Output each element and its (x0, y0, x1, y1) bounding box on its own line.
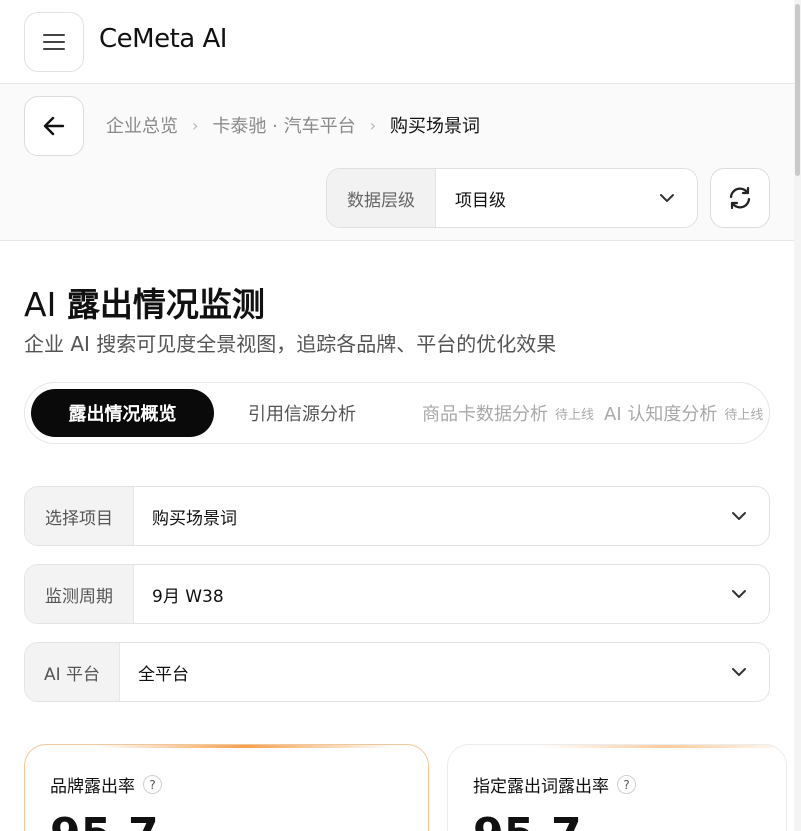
help-icon[interactable]: ? (143, 775, 162, 794)
period-select-value[interactable]: 9月 W38 (134, 565, 709, 623)
breadcrumb-item-current: 购买场景词 (389, 116, 480, 137)
metric-card-keyword-exposure: 指定露出词露出率 ? 95.7 (447, 744, 787, 831)
ai-platform-select-label: AI 平台 (25, 643, 120, 701)
breadcrumb-item-platform[interactable]: 卡泰驰 · 汽车平台 (212, 112, 355, 138)
data-level-value[interactable]: 项目级 (436, 169, 637, 227)
metric-card-title: 指定露出词露出率 ? (473, 772, 636, 797)
data-level-label: 数据层级 (327, 169, 436, 227)
chevron-down-icon[interactable] (637, 169, 697, 227)
period-select[interactable]: 监测周期 9月 W38 (24, 564, 770, 624)
metric-card-title-text: 指定露出词露出率 (473, 777, 609, 797)
project-select-value[interactable]: 购买场景词 (134, 487, 709, 545)
tab-bar: 露出情况概览 引用信源分析 商品卡数据分析 待上线 AI 认知度分析 待上线 (24, 382, 770, 444)
breadcrumb-item-overview[interactable]: 企业总览 (106, 112, 178, 138)
help-icon[interactable]: ? (617, 775, 636, 794)
menu-button[interactable] (24, 12, 84, 72)
ai-platform-select[interactable]: AI 平台 全平台 (24, 642, 770, 702)
back-button[interactable] (24, 96, 84, 156)
project-select[interactable]: 选择项目 购买场景词 (24, 486, 770, 546)
page-subtitle: 企业 AI 搜索可见度全景视图，追踪各品牌、平台的优化效果 (24, 332, 557, 356)
refresh-button[interactable] (710, 168, 770, 228)
tab-label: AI 认知度分析 (604, 404, 718, 425)
brand-logo: CeMeta AI (99, 24, 227, 54)
tab-exposure-overview[interactable]: 露出情况概览 (31, 389, 214, 437)
hamburger-menu-icon (43, 34, 65, 50)
page-title-prefix: AI (24, 285, 57, 324)
metric-value: 95.7 (50, 809, 159, 831)
tab-label: 露出情况概览 (68, 404, 177, 425)
project-select-label: 选择项目 (25, 487, 134, 545)
metric-value: 95.7 (473, 809, 582, 831)
refresh-icon (729, 186, 751, 210)
chevron-down-icon[interactable] (709, 643, 769, 701)
tab-citation-source-analysis[interactable]: 引用信源分析 (248, 389, 356, 437)
vertical-scrollbar[interactable] (794, 0, 801, 831)
top-bar: CeMeta AI (0, 0, 794, 84)
metric-card-brand-exposure: 品牌露出率 ? 95.7 (24, 744, 429, 831)
tab-product-card-analysis[interactable]: 商品卡数据分析 待上线 (422, 389, 594, 437)
chevron-down-icon[interactable] (709, 487, 769, 545)
tab-label: 引用信源分析 (248, 404, 356, 425)
chevron-down-icon[interactable] (709, 565, 769, 623)
data-level-select[interactable]: 数据层级 项目级 (326, 168, 698, 228)
coming-soon-badge: 待上线 (724, 407, 764, 423)
metric-card-title-text: 品牌露出率 (50, 777, 135, 797)
coming-soon-badge: 待上线 (555, 407, 595, 423)
period-select-label: 监测周期 (25, 565, 134, 623)
tab-ai-awareness-analysis[interactable]: AI 认知度分析 待上线 (604, 389, 763, 437)
page-title: AI 露出情况监测 (24, 278, 265, 326)
scrollbar-thumb[interactable] (795, 4, 800, 176)
tab-label: 商品卡数据分析 (422, 404, 548, 425)
breadcrumb: 企业总览 › 卡泰驰 · 汽车平台 › 购买场景词 (106, 112, 480, 138)
card-accent-glow (538, 745, 786, 748)
ai-platform-select-value[interactable]: 全平台 (120, 643, 709, 701)
sub-header: 企业总览 › 卡泰驰 · 汽车平台 › 购买场景词 数据层级 项目级 (0, 84, 794, 241)
metric-card-title: 品牌露出率 ? (50, 772, 162, 797)
chevron-right-icon: › (369, 115, 376, 135)
page-title-main: 露出情况监测 (66, 285, 265, 324)
card-accent-glow (95, 745, 395, 748)
arrow-left-icon (43, 116, 65, 136)
chevron-right-icon: › (192, 115, 199, 135)
